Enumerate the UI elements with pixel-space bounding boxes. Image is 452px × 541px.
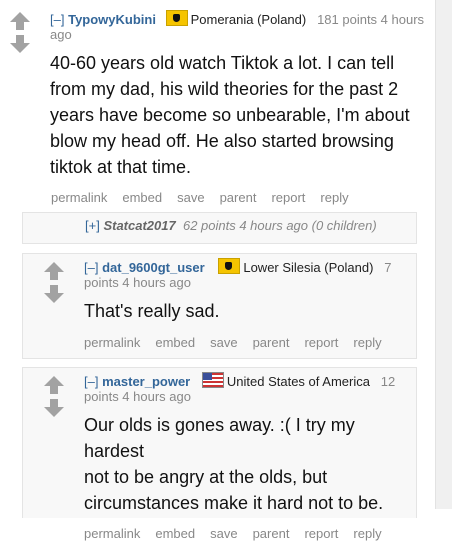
comment-tagline: [–] TypowyKubini Pomerania (Poland) 181 … <box>50 10 430 42</box>
pomerania-flag-icon <box>165 10 188 26</box>
vote-controls <box>43 262 65 305</box>
comment-tagline: [–] dat_9600gt_user Lower Silesia (Polan… <box>84 258 396 290</box>
upvote-arrow-icon[interactable] <box>43 376 65 396</box>
comment-tagline: [–] master_power United States of Americ… <box>84 372 419 404</box>
collapsed-comment: [+] Statcat2017 62 points 4 hours ago (0… <box>22 212 417 244</box>
permalink-button[interactable]: permalink <box>51 190 107 205</box>
permalink-button[interactable]: permalink <box>84 335 140 350</box>
body-line: tiktok at that time. <box>50 157 192 177</box>
body-line: years have become so unbearable, I'm abo… <box>50 105 410 125</box>
vote-controls <box>43 376 65 419</box>
points-time-cont: points 4 hours ago <box>84 275 191 290</box>
reply-button[interactable]: reply <box>353 335 381 350</box>
comment: [–] dat_9600gt_user Lower Silesia (Polan… <box>22 253 417 359</box>
reply-button[interactable]: reply <box>320 190 348 205</box>
save-button[interactable]: save <box>210 335 237 350</box>
collapse-toggle[interactable]: [–] <box>50 12 64 27</box>
body-line: blow my head off. He also started browsi… <box>50 131 394 151</box>
upvote-arrow-icon[interactable] <box>9 12 31 32</box>
comment-author[interactable]: master_power <box>102 374 190 389</box>
expand-toggle[interactable]: [+] <box>85 218 100 233</box>
lower-silesia-flag-icon <box>218 258 241 274</box>
page-scrollbar[interactable] <box>435 0 452 509</box>
usa-flag-icon <box>201 372 224 388</box>
embed-button[interactable]: embed <box>155 335 195 350</box>
reply-button[interactable]: reply <box>353 526 381 541</box>
parent-button[interactable]: parent <box>220 190 257 205</box>
body-line: not to be angry at the olds, but <box>84 467 328 487</box>
vote-controls <box>9 12 31 55</box>
collapse-toggle[interactable]: [–] <box>84 374 98 389</box>
comment-author[interactable]: Statcat2017 <box>103 218 175 233</box>
comment-body: Our olds is gones away. :( I try my hard… <box>84 412 419 516</box>
embed-button[interactable]: embed <box>155 526 195 541</box>
points-time: 12 <box>380 374 396 389</box>
points-time-cont: ago <box>50 27 72 42</box>
collapse-toggle[interactable]: [–] <box>84 260 98 275</box>
permalink-button[interactable]: permalink <box>84 526 140 541</box>
body-line: That's really sad. <box>84 301 220 321</box>
comment-author[interactable]: dat_9600gt_user <box>102 260 205 275</box>
comment: [–] master_power United States of Americ… <box>22 367 419 541</box>
collapsed-meta: 62 points 4 hours ago (0 children) <box>182 218 377 233</box>
comment: [–] TypowyKubini Pomerania (Poland) 181 … <box>50 10 430 205</box>
user-flair: Pomerania (Poland) <box>190 12 307 27</box>
embed-button[interactable]: embed <box>122 190 162 205</box>
save-button[interactable]: save <box>177 190 204 205</box>
save-button[interactable]: save <box>210 526 237 541</box>
comment-body: That's really sad. <box>84 298 396 324</box>
body-line: from my dad, his wild theories for the p… <box>50 79 399 99</box>
body-line: Our olds is gones away. :( I try my hard… <box>84 415 355 461</box>
report-button[interactable]: report <box>304 335 338 350</box>
comment-body: 40-60 years old watch Tiktok a lot. I ca… <box>50 50 430 180</box>
body-line: circumstances make it hard not to be. <box>84 493 384 513</box>
downvote-arrow-icon[interactable] <box>43 399 65 419</box>
user-flair: United States of America <box>226 374 370 389</box>
points-time: 181 points 4 hours <box>317 12 425 27</box>
comment-buttons: permalink embed save parent report reply <box>51 190 430 205</box>
report-button[interactable]: report <box>304 526 338 541</box>
body-line: 40-60 years old watch Tiktok a lot. I ca… <box>50 53 395 73</box>
comment-buttons: permalink embed save parent report reply <box>84 335 396 350</box>
upvote-arrow-icon[interactable] <box>43 262 65 282</box>
parent-button[interactable]: parent <box>253 526 290 541</box>
user-flair: Lower Silesia (Poland) <box>243 260 374 275</box>
comment-buttons: permalink embed save parent report reply <box>84 526 419 541</box>
points-time-cont: points 4 hours ago <box>84 389 191 404</box>
downvote-arrow-icon[interactable] <box>43 285 65 305</box>
points-time: 7 <box>384 260 392 275</box>
parent-button[interactable]: parent <box>253 335 290 350</box>
report-button[interactable]: report <box>271 190 305 205</box>
downvote-arrow-icon[interactable] <box>9 35 31 55</box>
comment-author[interactable]: TypowyKubini <box>68 12 156 27</box>
